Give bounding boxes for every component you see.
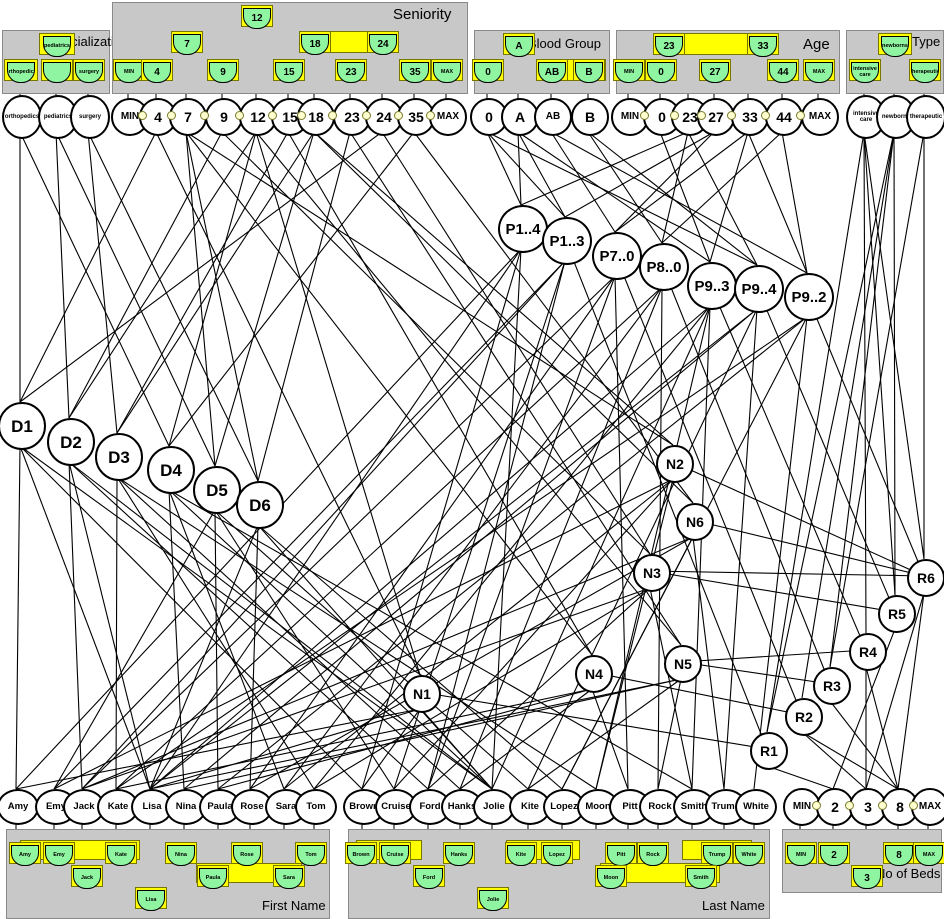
object-node[interactable]: P1..3 xyxy=(542,217,592,265)
object-node[interactable]: N4 xyxy=(575,655,613,693)
object-node[interactable]: D5 xyxy=(193,466,241,514)
panel-title-nofbeds: No of Beds xyxy=(876,866,941,881)
chain-connector xyxy=(361,110,371,120)
object-node[interactable]: surgery xyxy=(70,95,110,139)
object-node[interactable]: P8..0 xyxy=(639,243,689,291)
chain-connector xyxy=(425,110,435,120)
chain-connector xyxy=(696,110,706,120)
chain-connector xyxy=(760,110,770,120)
object-node[interactable]: P9..4 xyxy=(734,265,784,313)
chain-connector xyxy=(795,110,805,120)
object-node[interactable]: P1..4 xyxy=(498,205,548,253)
chain-connector xyxy=(639,110,649,120)
object-node[interactable]: AB xyxy=(534,98,572,136)
object-node[interactable]: N2 xyxy=(656,445,694,483)
chain-connector xyxy=(812,800,821,810)
object-node[interactable]: N3 xyxy=(633,554,671,592)
panel-title-age: Age xyxy=(803,36,830,53)
object-node[interactable]: N1 xyxy=(403,675,441,713)
panel-title-bloodgroup: Blood Group xyxy=(528,36,601,51)
object-node[interactable]: D1 xyxy=(0,402,46,450)
object-node[interactable]: P7..0 xyxy=(592,232,642,280)
chain-connector xyxy=(877,800,887,810)
object-node[interactable]: R3 xyxy=(813,667,851,705)
chain-connector xyxy=(296,110,306,120)
object-node[interactable]: B xyxy=(571,98,609,136)
object-node[interactable]: N6 xyxy=(676,503,714,541)
chain-connector xyxy=(327,110,337,120)
lattice-diagram-canvas: Specialization Seniority Blood Group Age… xyxy=(0,0,944,919)
object-node[interactable]: D6 xyxy=(236,481,284,529)
object-node[interactable]: N5 xyxy=(664,645,702,683)
chain-connector xyxy=(137,110,147,120)
chain-connector xyxy=(726,110,736,120)
object-node[interactable]: R6 xyxy=(907,559,944,597)
object-node[interactable]: therapeutic xyxy=(906,95,944,139)
object-node[interactable]: R1 xyxy=(750,732,788,770)
panel-title-firstname: First Name xyxy=(262,898,326,913)
object-node[interactable]: R2 xyxy=(785,698,823,736)
object-node[interactable]: D4 xyxy=(147,446,195,494)
chain-connector xyxy=(267,110,277,120)
object-node[interactable]: D2 xyxy=(47,418,95,466)
panel-title-seniority: Seniority xyxy=(393,6,452,23)
chain-connector xyxy=(908,800,918,810)
chain-connector xyxy=(199,110,209,120)
object-node[interactable]: MAX xyxy=(801,98,839,136)
chain-connector xyxy=(234,110,244,120)
object-node[interactable]: White xyxy=(735,789,777,825)
object-node[interactable]: MAX xyxy=(429,98,467,136)
object-node[interactable]: R5 xyxy=(878,595,916,633)
panel-title-type: Type xyxy=(912,34,941,49)
object-node[interactable]: P9..2 xyxy=(784,273,834,321)
object-node[interactable]: P9..3 xyxy=(687,262,737,310)
chain-connector xyxy=(845,800,854,810)
object-node[interactable]: orthopedics xyxy=(2,95,42,139)
chain-connector xyxy=(669,110,679,120)
chain-connector xyxy=(166,110,176,120)
object-node[interactable]: R4 xyxy=(849,633,887,671)
object-node[interactable]: Amy xyxy=(0,789,39,825)
chain-connector xyxy=(393,110,403,120)
object-node[interactable]: Tom xyxy=(295,789,337,825)
panel-title-lastname: Last Name xyxy=(702,898,765,913)
object-node[interactable]: D3 xyxy=(95,433,143,481)
